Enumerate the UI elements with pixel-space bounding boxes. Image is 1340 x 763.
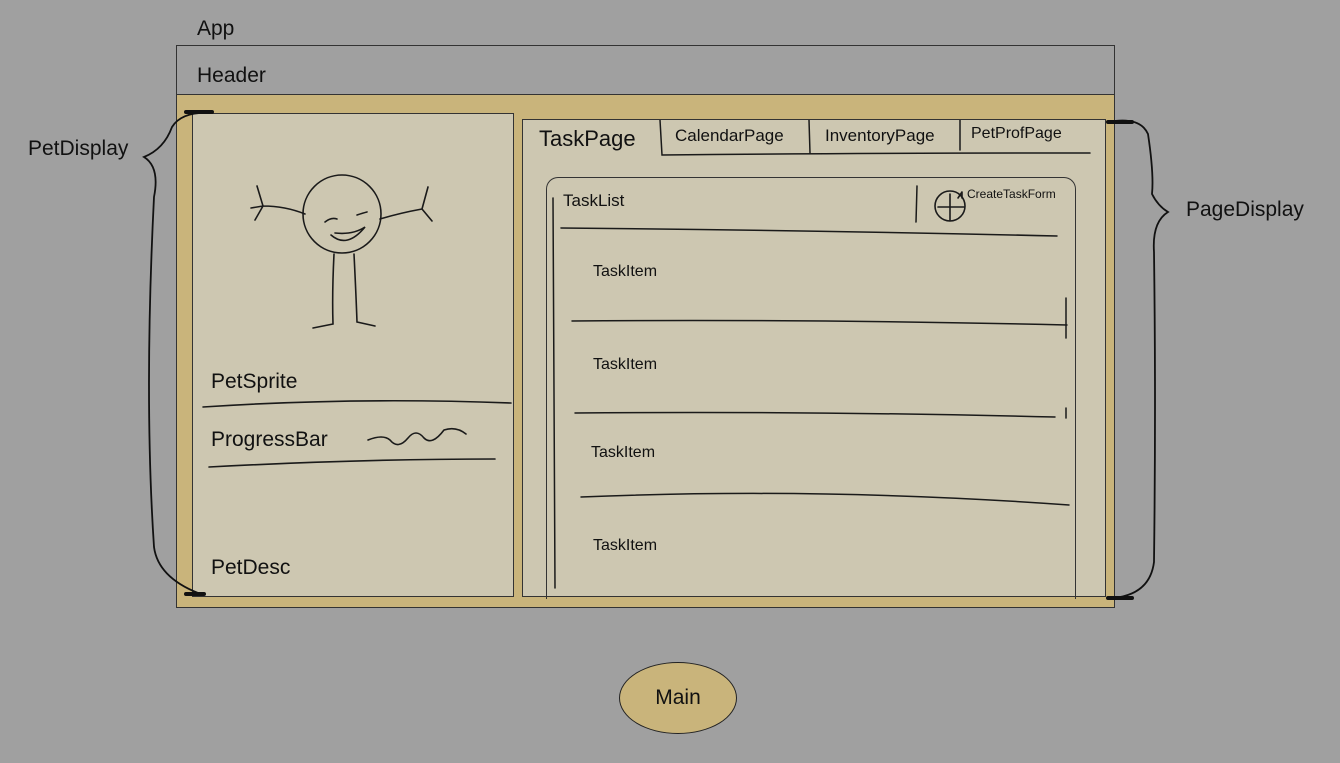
pet-arm-left xyxy=(250,185,306,221)
progress-bar-line xyxy=(208,458,496,468)
task-list-header-divider xyxy=(915,185,918,223)
tab-task-page[interactable]: TaskPage xyxy=(539,126,636,152)
task-list-left-edge xyxy=(552,197,556,589)
add-task-button[interactable] xyxy=(926,188,970,224)
task-divider-2 xyxy=(574,411,1056,418)
pet-leg-right xyxy=(353,253,376,327)
pet-leg-left xyxy=(312,253,335,329)
pet-head xyxy=(302,174,382,254)
page-display-brace xyxy=(1107,119,1170,599)
task-list: TaskList CreateTaskForm TaskItem TaskIte… xyxy=(546,177,1076,599)
pet-display-label: PetDisplay xyxy=(28,137,129,160)
pet-eye-left xyxy=(324,217,338,223)
tab-inventory-page[interactable]: InventoryPage xyxy=(825,126,935,146)
app-frame: Header PetSprite ProgressBar PetDesc Tas… xyxy=(176,45,1115,608)
page-display-panel: TaskPage CalendarPage InventoryPage PetP… xyxy=(522,119,1106,599)
header: Header xyxy=(177,46,1114,95)
progress-bar-label: ProgressBar xyxy=(211,428,328,451)
page-display-label: PageDisplay xyxy=(1186,198,1304,221)
task-divider-3 xyxy=(580,492,1070,506)
task-list-header-line xyxy=(560,227,1058,237)
pet-display-panel: PetSprite ProgressBar PetDesc xyxy=(192,113,514,597)
pet-sprite-label: PetSprite xyxy=(211,370,298,393)
pet-arm-right xyxy=(379,186,433,222)
app-label: App xyxy=(197,17,235,40)
task-list-title: TaskList xyxy=(563,191,625,210)
pet-eye-right xyxy=(356,211,368,216)
plus-circle-icon xyxy=(934,190,966,222)
tab-pet-prof-page[interactable]: PetProfPage xyxy=(971,125,1062,143)
task-item[interactable]: TaskItem xyxy=(593,537,657,555)
tab-divider-2 xyxy=(808,120,811,154)
tab-calendar-page[interactable]: CalendarPage xyxy=(675,126,784,146)
create-task-form-label: CreateTaskForm xyxy=(967,187,1056,201)
sprite-divider xyxy=(202,399,512,408)
task-item[interactable]: TaskItem xyxy=(591,444,655,462)
task-item[interactable]: TaskItem xyxy=(593,356,657,374)
pet-desc-label: PetDesc xyxy=(211,556,291,579)
task-item[interactable]: TaskItem xyxy=(593,263,657,281)
task-divider-1 xyxy=(571,319,1068,326)
main-node: Main xyxy=(619,662,737,734)
pet-sprite-drawing xyxy=(202,174,512,468)
header-label: Header xyxy=(197,64,266,87)
pet-mouth xyxy=(330,226,366,242)
progress-scribble xyxy=(367,427,467,446)
